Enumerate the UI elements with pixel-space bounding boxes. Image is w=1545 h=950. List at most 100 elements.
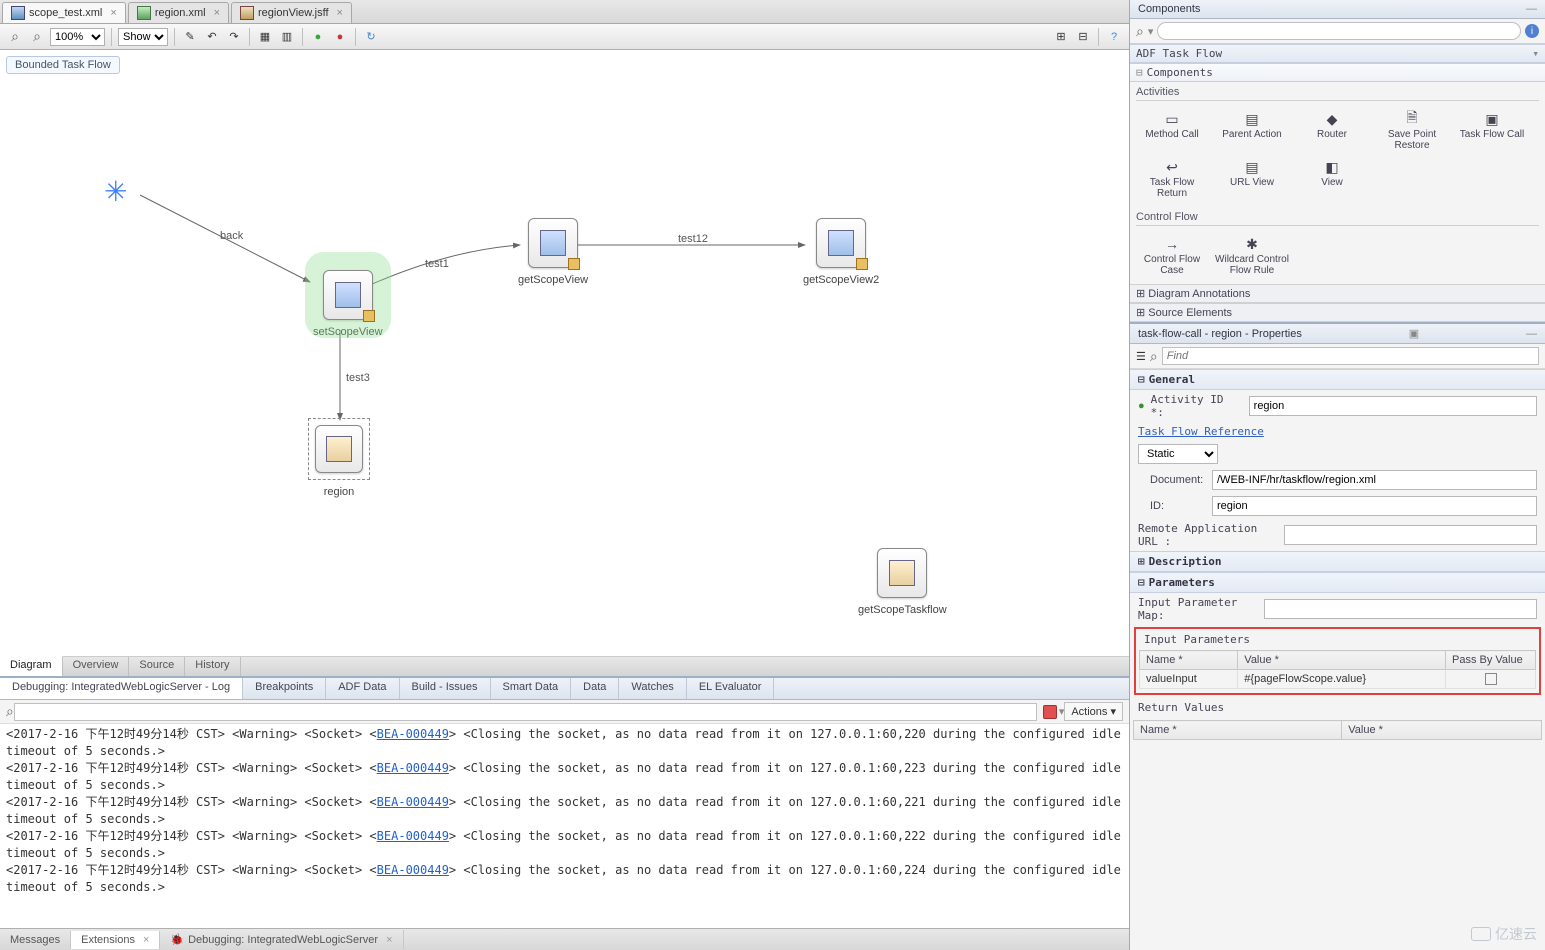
show-select[interactable]: Show <box>118 28 168 46</box>
dtab-breakpoints[interactable]: Breakpoints <box>243 678 326 699</box>
palette-item[interactable]: ▤Parent Action <box>1212 107 1292 155</box>
layout-icon[interactable]: ▦ <box>256 28 274 46</box>
redo-icon[interactable]: ↷ <box>225 28 243 46</box>
palette-item[interactable]: ▤URL View <box>1212 155 1292 203</box>
tab-regionview[interactable]: regionView.jsff × <box>231 2 352 23</box>
dtab-build[interactable]: Build - Issues <box>400 678 491 699</box>
log-code-link[interactable]: BEA-000449 <box>377 829 449 843</box>
close-icon[interactable]: × <box>214 7 220 19</box>
tab-region[interactable]: region.xml × <box>128 2 229 23</box>
node-getscopetaskflow[interactable]: getScopeTaskflow <box>858 548 947 616</box>
col-name[interactable]: Name * <box>1134 721 1342 740</box>
list-icon[interactable]: ☰ <box>1136 350 1146 363</box>
collapse-icon: ⊟ <box>1138 373 1145 386</box>
node-getscopeview[interactable]: getScopeView <box>518 218 588 286</box>
tab-diagram[interactable]: Diagram <box>0 656 63 676</box>
log-code-link[interactable]: BEA-000449 <box>377 795 449 809</box>
node-setscopeview[interactable]: setScopeView <box>313 270 383 338</box>
node-getscopeview2[interactable]: getScopeView2 <box>803 218 879 286</box>
close-icon[interactable]: × <box>337 7 343 19</box>
undo-icon[interactable]: ↶ <box>203 28 221 46</box>
zoom-out-icon[interactable] <box>28 28 46 46</box>
wildcard-node[interactable]: ✳ <box>104 175 127 208</box>
close-icon[interactable]: × <box>110 7 116 19</box>
activity-id-input[interactable] <box>1249 396 1537 416</box>
remote-url-input[interactable] <box>1284 525 1537 545</box>
error-icon[interactable]: ● <box>331 28 349 46</box>
col-passbyvalue[interactable]: Pass By Value <box>1446 651 1536 670</box>
param-row[interactable]: valueInput #{pageFlowScope.value} <box>1140 670 1536 689</box>
dtab-adfdata[interactable]: ADF Data <box>326 678 399 699</box>
dtab-smartdata[interactable]: Smart Data <box>491 678 572 699</box>
col-value[interactable]: Value * <box>1238 651 1446 670</box>
palette-item[interactable]: ◆Router <box>1292 107 1372 155</box>
diagram-canvas[interactable]: Bounded Task Flow ✳ back setScopeView te… <box>0 50 1129 656</box>
document-input[interactable] <box>1212 470 1537 490</box>
ftab-debugging[interactable]: 🐞Debugging: IntegratedWebLogicServer× <box>160 930 403 949</box>
taskflow-reference-link[interactable]: Task Flow Reference <box>1138 425 1264 438</box>
dtab-log[interactable]: Debugging: IntegratedWebLogicServer - Lo… <box>0 678 243 699</box>
log-code-link[interactable]: BEA-000449 <box>377 761 449 775</box>
section-parameters[interactable]: ⊟Parameters <box>1130 572 1545 593</box>
section-description[interactable]: ⊞Description <box>1130 551 1545 572</box>
static-select[interactable]: Static <box>1138 444 1218 464</box>
col-value[interactable]: Value * <box>1342 721 1542 740</box>
palette-item[interactable]: 🗎Save Point Restore <box>1372 107 1452 155</box>
id-input[interactable] <box>1212 496 1537 516</box>
tab-overview[interactable]: Overview <box>63 657 130 676</box>
ruler-v-icon[interactable]: ⊟ <box>1074 28 1092 46</box>
palette-item[interactable]: ◧View <box>1292 155 1372 203</box>
log-search-input[interactable] <box>14 703 1037 721</box>
close-icon[interactable]: × <box>386 934 392 946</box>
input-parameters-label: Input Parameters <box>1136 631 1539 648</box>
dtab-watches[interactable]: Watches <box>619 678 686 699</box>
components-sub[interactable]: ⊟Components <box>1130 63 1545 82</box>
palette-item[interactable]: ▭Method Call <box>1132 107 1212 155</box>
palette-item[interactable]: ↩Task Flow Return <box>1132 155 1212 203</box>
ftab-extensions[interactable]: Extensions× <box>71 931 160 949</box>
components-category[interactable]: ADF Task Flow▾ <box>1130 44 1545 63</box>
zoom-in-icon[interactable] <box>6 28 24 46</box>
settings-icon[interactable]: ▣ <box>1409 327 1419 340</box>
palette-item[interactable]: →Control Flow Case <box>1132 232 1212 280</box>
stop-icon[interactable] <box>1043 705 1057 719</box>
log-code-link[interactable]: BEA-000449 <box>377 727 449 741</box>
ftab-messages[interactable]: Messages <box>0 931 71 949</box>
close-icon[interactable]: × <box>143 934 149 946</box>
actions-dropdown[interactable]: Actions ▾ <box>1064 702 1123 721</box>
ruler-h-icon[interactable]: ⊞ <box>1052 28 1070 46</box>
refresh-icon[interactable]: ↻ <box>362 28 380 46</box>
tab-history[interactable]: History <box>185 657 240 676</box>
dtab-data[interactable]: Data <box>571 678 619 699</box>
components-search-input[interactable] <box>1157 22 1521 40</box>
info-icon[interactable]: i <box>1525 24 1539 38</box>
node-region[interactable]: region <box>308 418 370 498</box>
chevron-down-icon[interactable]: ▾ <box>1148 25 1154 38</box>
tab-source[interactable]: Source <box>129 657 185 676</box>
badge-icon <box>856 258 868 270</box>
collapse-diagram-annotations[interactable]: ⊞ Diagram Annotations <box>1130 284 1545 303</box>
pencil-icon[interactable]: ✎ <box>181 28 199 46</box>
input-map-input[interactable] <box>1264 599 1537 619</box>
zoom-select[interactable]: 100% <box>50 28 105 46</box>
section-general[interactable]: ⊟General <box>1130 369 1545 390</box>
toggle-icon[interactable]: ● <box>309 28 327 46</box>
passbyvalue-checkbox[interactable] <box>1485 673 1497 685</box>
return-values-label: Return Values <box>1130 697 1545 718</box>
help-icon[interactable]: ? <box>1105 28 1123 46</box>
collapse-source-elements[interactable]: ⊞ Source Elements <box>1130 303 1545 322</box>
input-parameters-highlight: Input Parameters Name * Value * Pass By … <box>1134 627 1541 695</box>
properties-find-input[interactable] <box>1162 347 1539 365</box>
palette-item[interactable]: ✱Wildcard Control Flow Rule <box>1212 232 1292 280</box>
tab-scope-test[interactable]: scope_test.xml × <box>2 2 126 23</box>
col-name[interactable]: Name * <box>1140 651 1238 670</box>
properties-panel-title: task-flow-call - region - Properties ▣ — <box>1130 324 1545 344</box>
layout2-icon[interactable]: ▥ <box>278 28 296 46</box>
minimize-icon[interactable]: — <box>1526 3 1537 15</box>
log-output[interactable]: <2017-2-16 下午12时49分14秒 CST> <Warning> <S… <box>0 724 1129 928</box>
dtab-el[interactable]: EL Evaluator <box>687 678 775 699</box>
palette-item-label: Control Flow Case <box>1134 254 1210 276</box>
minimize-icon[interactable]: — <box>1526 328 1537 340</box>
log-code-link[interactable]: BEA-000449 <box>377 863 449 877</box>
palette-item[interactable]: ▣Task Flow Call <box>1452 107 1532 155</box>
